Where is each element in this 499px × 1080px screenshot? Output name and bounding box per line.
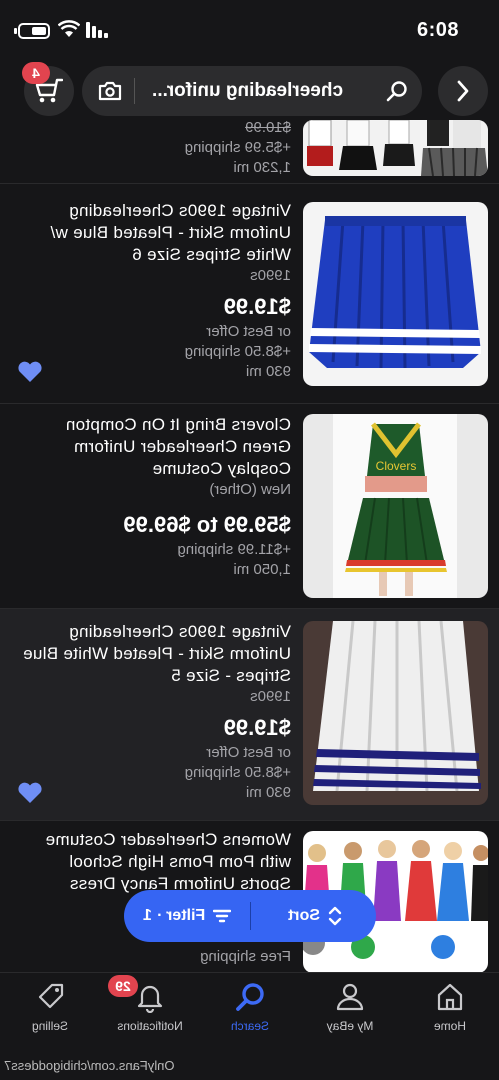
listing-title[interactable]: Womens Cheerleader Costume with Pom Poms… [21, 829, 291, 895]
listing-subtitle: 1990s [250, 267, 291, 284]
tab-notifications[interactable]: 29 Notifications [100, 973, 200, 1045]
tab-search[interactable]: Search [200, 973, 300, 1045]
search-icon [386, 81, 407, 102]
tab-label: Notifications [117, 1019, 183, 1033]
forward-button[interactable] [438, 66, 488, 116]
bell-icon [137, 985, 163, 1013]
listing-title[interactable]: Vintage 1990s Cheerleading Uniform Skirt… [21, 200, 291, 266]
search-input[interactable]: cheerleading unifor... [152, 80, 382, 102]
listing-thumbnail: Clovers [303, 414, 488, 598]
tab-home[interactable]: Home [400, 973, 499, 1045]
sort-filter-bar: Filter · 1 Sort [124, 890, 376, 942]
listing-thumbnail [303, 202, 488, 386]
listing-details: Vintage 1990s Cheerleading Uniform Skirt… [21, 200, 291, 382]
notification-count-badge: 29 [108, 975, 138, 997]
listing-thumbnail [303, 621, 488, 805]
battery-nub [14, 28, 17, 34]
listing-distance: 1,230 mi [233, 159, 291, 176]
chevron-right-icon [457, 80, 469, 102]
home-icon [437, 983, 463, 1011]
search-header: 4 cheerleading unifor... [0, 62, 499, 120]
listing-title[interactable]: Clovers Bring It On Compton Green Cheerl… [21, 414, 291, 480]
camera-icon[interactable] [98, 80, 122, 102]
svg-text:Clovers: Clovers [376, 459, 417, 473]
listing-distance: 930 mi [245, 784, 291, 801]
tag-icon [38, 983, 64, 1009]
listing-offer: or Best Offer [206, 744, 291, 761]
listing-subtitle: New (Other) [209, 481, 291, 498]
tab-label: Search [230, 1019, 270, 1033]
sort-label: Sort [288, 907, 320, 924]
list-item[interactable]: $10.99 +$5.99 shipping 1,230 mi [0, 120, 499, 184]
watermark-text: OnlyFans.com/chibigoddess7 [4, 1058, 175, 1073]
tab-label: Selling [31, 1019, 69, 1033]
listing-price: $59.99 to $69.99 [123, 512, 291, 537]
heart-icon[interactable] [17, 360, 43, 384]
sort-filter-divider [250, 902, 251, 930]
list-item[interactable]: Vintage 1990s Cheerleading Uniform Skirt… [0, 184, 499, 404]
status-time: 6:08 [416, 19, 459, 41]
listing-distance: 930 mi [245, 363, 291, 380]
listing-subtitle: 1990s [250, 688, 291, 705]
sort-icon [328, 906, 342, 926]
sort-button[interactable]: Sort [254, 890, 376, 942]
battery-icon [18, 23, 50, 39]
watermark: OnlyFans.com/chibigoddess7 [0, 1052, 499, 1080]
listing-shipping: +$11.99 shipping [177, 541, 291, 558]
search-results-list: $10.99 +$5.99 shipping 1,230 mi Vintage … [0, 120, 499, 972]
search-icon [236, 983, 264, 1011]
listing-offer: or Best Offer [206, 323, 291, 340]
listing-shipping: +$8.50 shipping [184, 764, 291, 781]
signal-icon [86, 22, 108, 38]
person-icon [336, 983, 364, 1011]
heart-icon[interactable] [17, 781, 43, 805]
wifi-icon [58, 20, 80, 37]
listing-distance: 1,050 mi [233, 561, 291, 578]
search-bar[interactable]: cheerleading unifor... [82, 66, 422, 116]
listing-shipping: +$8.50 shipping [184, 343, 291, 360]
listing-thumbnail [303, 120, 488, 176]
status-bar: 6:08 [0, 0, 499, 62]
listing-details: Vintage 1990s Cheerleading Uniform Skirt… [21, 621, 291, 803]
listing-price: $19.99 [223, 294, 291, 319]
filter-label: Filter · 1 [142, 907, 206, 924]
cart-count-badge: 4 [22, 62, 50, 84]
listing-shipping: Free shipping [200, 948, 291, 965]
listing-price-struck: $10.99 [245, 120, 291, 136]
list-item[interactable]: Vintage 1990s Cheerleading Uniform Skirt… [0, 609, 499, 821]
search-divider [134, 78, 135, 104]
listing-price: $19.99 [223, 715, 291, 740]
listing-shipping: +$5.99 shipping [184, 139, 291, 156]
tab-label: Home [434, 1019, 467, 1033]
listing-title[interactable]: Vintage 1990s Cheerleading Uniform Skirt… [21, 621, 291, 687]
listing-details: $10.99 +$5.99 shipping 1,230 mi [21, 120, 291, 178]
tab-my-ebay[interactable]: My eBay [300, 973, 400, 1045]
filter-button[interactable]: Filter · 1 [124, 890, 250, 942]
listing-details: Clovers Bring It On Compton Green Cheerl… [21, 414, 291, 580]
bottom-tab-bar: Selling 29 Notifications Search My eBay … [0, 972, 499, 1044]
tab-selling[interactable]: Selling [0, 973, 100, 1045]
tab-label: My eBay [326, 1019, 374, 1033]
filter-icon [213, 909, 232, 923]
list-item[interactable]: Clovers Clovers Bring It On Compton Gree… [0, 404, 499, 609]
